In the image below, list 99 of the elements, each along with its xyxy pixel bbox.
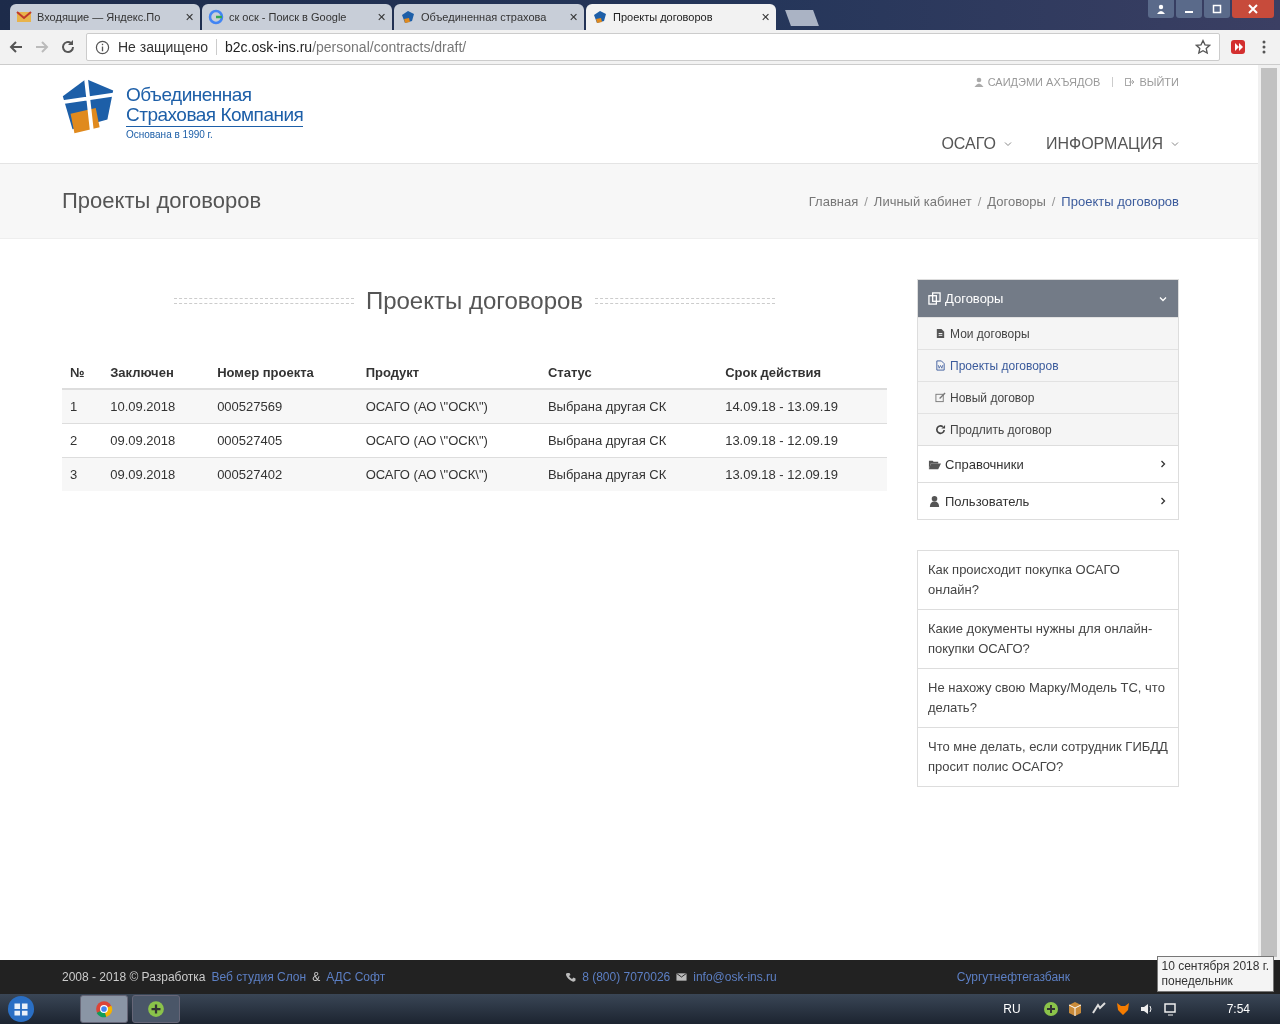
developer-link[interactable]: АДС Софт (326, 970, 386, 984)
address-bar[interactable]: Не защищено b2c.osk-ins.ru/personal/contracts/draft/ (86, 33, 1220, 61)
speaker-icon[interactable] (1138, 1001, 1155, 1017)
company-name: Страховая Компания (126, 105, 304, 127)
faq-link[interactable]: Какие документы нужны для онлайн-покупки ОСАГО? (918, 609, 1178, 668)
taskbar-app-button[interactable] (132, 995, 180, 1023)
profile-button[interactable] (1148, 0, 1174, 18)
maximize-icon (1212, 4, 1222, 14)
company-name: Объединенная (126, 85, 253, 105)
pencil-square-icon (935, 392, 946, 403)
table-cell: Выбрана другая СК (539, 389, 718, 424)
table-cell: 09.09.2018 (102, 457, 210, 491)
cube-icon[interactable] (1066, 1001, 1083, 1017)
breadcrumb-link[interactable]: Договоры (987, 193, 1046, 209)
info-icon[interactable] (95, 39, 110, 55)
security-label: Не защищено (118, 39, 217, 55)
page-title: Проекты договоров (62, 188, 262, 214)
sidebar-item[interactable]: Новый договор (918, 381, 1178, 413)
plus-circle-icon (147, 1000, 165, 1018)
sidebar-item[interactable]: Проекты договоров (918, 349, 1178, 381)
language-indicator[interactable]: RU (1003, 1002, 1021, 1016)
faq-link[interactable]: Не нахожу свою Марку/Модель ТС, что делать? (918, 668, 1178, 727)
envelope-icon (676, 972, 688, 982)
tab-close-button[interactable]: ✕ (569, 10, 578, 24)
document-icon (935, 328, 946, 339)
ampersand-text: & (312, 970, 321, 984)
caret-icon (1171, 140, 1179, 148)
user-icon (928, 494, 941, 508)
sidebar-section[interactable]: Договоры (918, 280, 1178, 317)
logo-icon (592, 9, 608, 25)
reload-icon[interactable] (60, 39, 76, 55)
phone-link[interactable]: 8 (800) 7070026 (582, 970, 671, 984)
minimize-icon (1185, 11, 1193, 13)
close-button[interactable] (1232, 0, 1274, 18)
caret-icon (1003, 140, 1012, 148)
table-cell: ОСАГО (АО \"ОСК\") (357, 457, 540, 491)
faq-link[interactable]: Что мне делать, если сотрудник ГИБДД просит полис ОСАГО? (918, 727, 1178, 786)
user-icon (973, 77, 984, 87)
table-cell: 3 (62, 457, 103, 491)
email-link[interactable]: info@osk-ins.ru (693, 970, 777, 984)
company-tagline: Основана в 1990 г. (126, 129, 214, 140)
table-cell: 14.09.18 - 13.09.19 (717, 389, 887, 424)
breadcrumb-link[interactable]: Личный кабинет (873, 193, 972, 209)
date-tooltip: 10 сентября 2018 г. понедельник (1156, 956, 1274, 992)
refresh-icon (935, 424, 946, 435)
plus-circle-icon[interactable] (1042, 1001, 1059, 1017)
table-cell: ОСАГО (АО \"ОСК\") (357, 389, 540, 424)
minimize-button[interactable] (1176, 0, 1202, 18)
maximize-button[interactable] (1204, 0, 1230, 18)
monitor-icon[interactable] (1162, 1001, 1179, 1017)
envelope-icon (16, 9, 32, 25)
user-icon (1156, 4, 1166, 14)
sign-out-icon (1125, 77, 1136, 87)
letter-g-icon (208, 9, 224, 25)
tab-close-button[interactable]: ✕ (761, 10, 770, 24)
table-cell: 10.09.2018 (102, 389, 210, 424)
fox-icon[interactable] (1114, 1001, 1131, 1017)
developer-link[interactable]: Веб студия Слон (211, 970, 307, 984)
tab-close-button[interactable]: ✕ (185, 10, 194, 24)
logo-icon (400, 9, 416, 25)
browser-tab[interactable]: Проекты договоров ✕ (586, 4, 776, 30)
breadcrumb-separator: / (1051, 193, 1056, 209)
back-icon[interactable] (8, 39, 24, 55)
copyright-text: 2008 - 2018 © Разработка (62, 970, 206, 984)
scrollbar[interactable] (1258, 65, 1280, 960)
faq-link[interactable]: Как происходит покупка ОСАГО онлайн? (918, 551, 1178, 609)
tab-close-button[interactable]: ✕ (377, 10, 386, 24)
close-icon (1248, 4, 1258, 14)
clock[interactable]: 7:54 (1226, 1002, 1250, 1016)
chevron-right-icon (1158, 496, 1168, 506)
table-cell: Выбрана другая СК (539, 457, 718, 491)
new-tab-button[interactable] (785, 10, 819, 26)
table-cell: 000527569 (209, 389, 358, 424)
browser-tab[interactable]: Объединенная страхова ✕ (394, 4, 584, 30)
browser-tab[interactable]: Входящие — Яндекс.По ✕ (10, 4, 200, 30)
sidebar-item[interactable]: Продлить договор (918, 413, 1178, 445)
phone-icon (565, 972, 577, 982)
breadcrumb-separator: / (977, 193, 982, 209)
nav-menu-item[interactable]: ИНФОРМАЦИЯ (1045, 135, 1179, 153)
partner-link[interactable]: Сургутнефтегазбанк (956, 970, 1070, 984)
breadcrumb-link[interactable]: Главная (808, 193, 859, 209)
copy-icon (928, 292, 941, 305)
breadcrumb-link[interactable]: Проекты договоров (1061, 193, 1179, 209)
table-cell: 13.09.18 - 12.09.19 (717, 457, 887, 491)
extension-icon[interactable] (1230, 39, 1246, 55)
browser-icon (95, 1000, 113, 1018)
start-button[interactable] (6, 995, 36, 1023)
sidebar-item[interactable]: Мои договоры (918, 317, 1178, 349)
taskbar-app-button[interactable] (80, 995, 128, 1023)
chevron-right-icon (1158, 459, 1168, 469)
browser-tab[interactable]: ск оск - Поиск в Google ✕ (202, 4, 392, 30)
table-cell: 1 (62, 389, 103, 424)
table-cell: 000527402 (209, 457, 358, 491)
word-file-icon (935, 360, 946, 371)
star-icon[interactable] (1195, 39, 1211, 55)
section-title: Проекты договоров (365, 287, 584, 315)
nav-menu-item[interactable]: ОСАГО (941, 135, 1012, 153)
url-text: b2c.osk-ins.ru/personal/contracts/draft/ (225, 39, 468, 55)
breadcrumb-separator: / (864, 193, 868, 209)
